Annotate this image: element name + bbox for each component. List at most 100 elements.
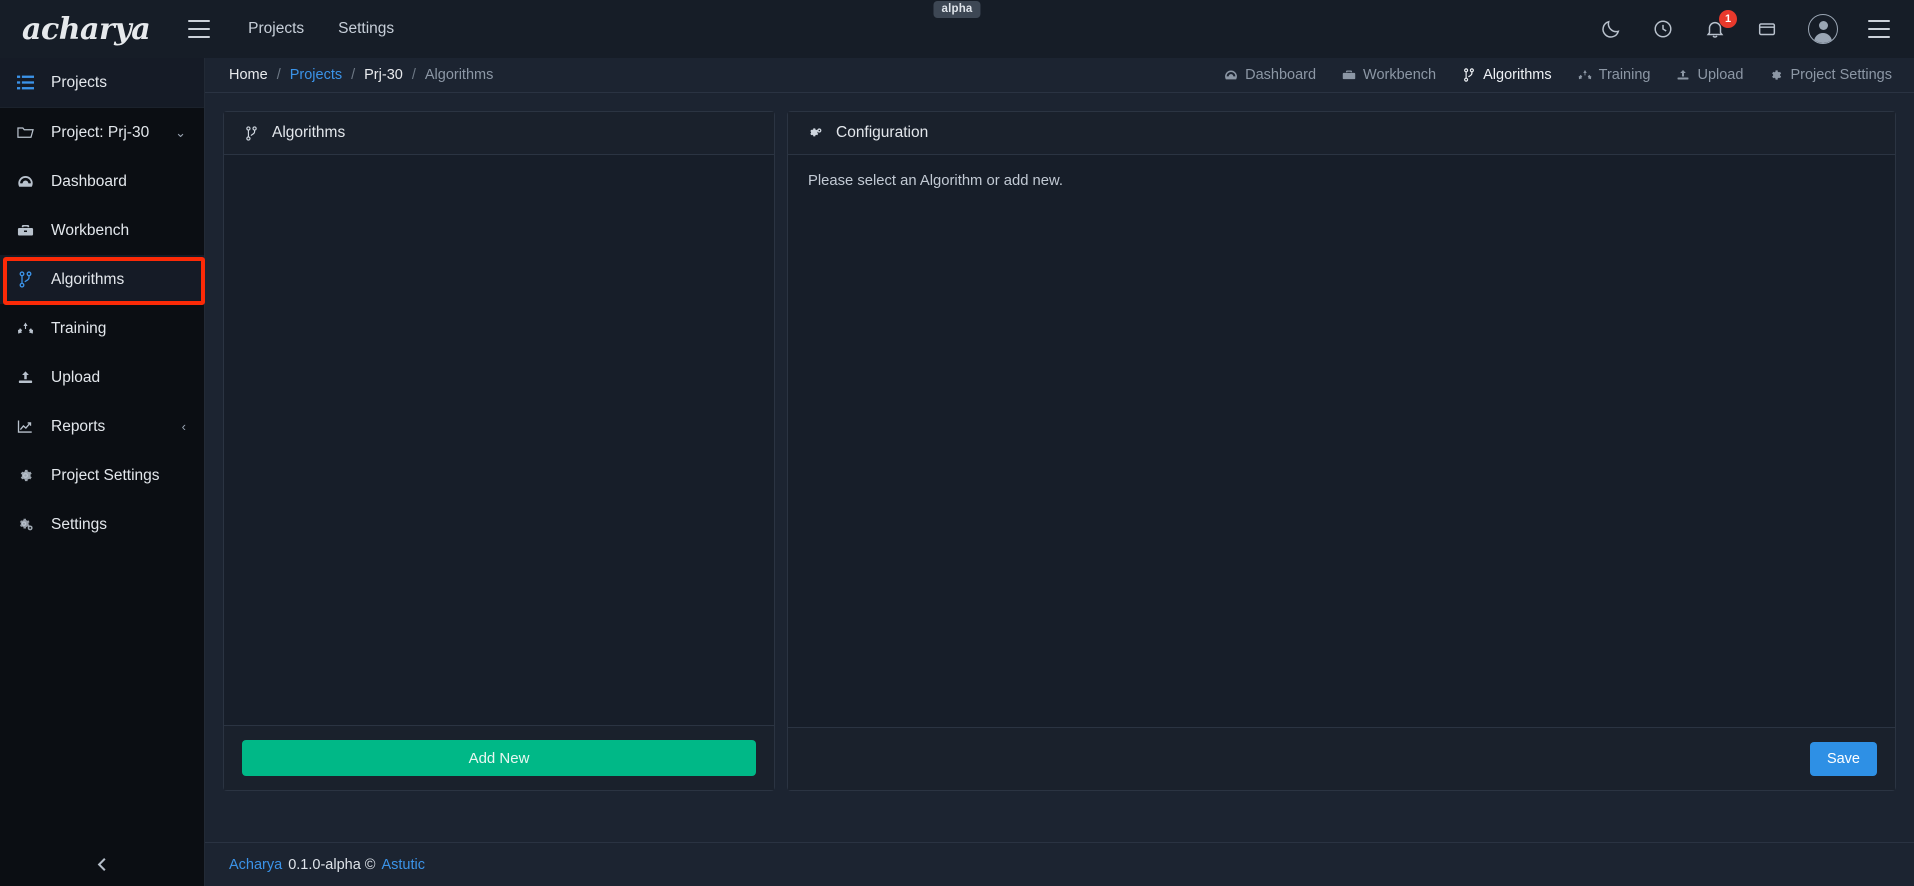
sidebar-item-label: Upload: [51, 369, 100, 387]
briefcase-icon: [1342, 68, 1356, 82]
pagenav-label: Training: [1599, 67, 1651, 83]
sidebar-item-settings[interactable]: Settings: [0, 500, 204, 549]
sidebar-item-label: Settings: [51, 516, 107, 534]
speedometer-icon: [17, 173, 36, 190]
alpha-badge: alpha: [933, 1, 980, 18]
history-button[interactable]: [1652, 18, 1674, 40]
hamburger-icon-line: [188, 20, 210, 22]
panel-title: Algorithms: [272, 124, 345, 142]
window-button[interactable]: [1756, 18, 1778, 40]
avatar-icon[interactable]: [1808, 14, 1838, 44]
pagenav-dashboard[interactable]: Dashboard: [1224, 67, 1316, 83]
topnav-settings[interactable]: Settings: [338, 20, 394, 38]
sidebar-item-training[interactable]: Training: [0, 304, 204, 353]
gear-icon: [17, 467, 36, 484]
chart-line-icon: [17, 418, 36, 435]
sidebar-item-label: Project Settings: [51, 467, 160, 485]
gear-icon: [1769, 68, 1783, 82]
chevron-left-icon[interactable]: ‹: [182, 419, 186, 434]
pagenav-label: Upload: [1697, 67, 1743, 83]
chevron-down-icon[interactable]: ⌄: [175, 125, 186, 141]
branch-icon: [17, 271, 36, 288]
pagenav-label: Algorithms: [1483, 67, 1552, 83]
sidebar-item-dashboard[interactable]: Dashboard: [0, 157, 204, 206]
pagenav-training[interactable]: Training: [1578, 67, 1651, 83]
footer-app-link[interactable]: Acharya: [229, 857, 282, 873]
algorithms-panel: Algorithms Add New: [223, 111, 775, 791]
sidebar-item-upload[interactable]: Upload: [0, 353, 204, 402]
topnav-projects[interactable]: Projects: [248, 20, 304, 38]
cogs-icon: [17, 516, 36, 533]
algorithms-panel-header: Algorithms: [224, 112, 774, 155]
breadcrumb-project[interactable]: Prj-30: [364, 67, 403, 83]
recycle-icon: [1578, 68, 1592, 82]
pagenav-label: Dashboard: [1245, 67, 1316, 83]
chevron-left-icon: [94, 856, 111, 873]
breadcrumb-separator: /: [412, 67, 416, 83]
sidebar-item-projects[interactable]: Projects: [0, 58, 204, 107]
list-icon: [17, 74, 36, 91]
browser-window-icon: [1756, 18, 1778, 40]
breadcrumb-separator: /: [351, 67, 355, 83]
branch-icon: [244, 126, 259, 141]
sidebar: Projects Project: Prj-30 ⌄ Dashboard Wor…: [0, 58, 205, 886]
save-button[interactable]: Save: [1810, 742, 1877, 776]
main-content: Algorithms Add New Configuration Please …: [205, 93, 1914, 842]
sidebar-item-label: Reports: [51, 418, 105, 436]
breadcrumb-bar: Home / Projects / Prj-30 / Algorithms Da…: [205, 58, 1914, 93]
panel-title: Configuration: [836, 124, 928, 142]
upload-icon: [17, 369, 36, 386]
sidebar-item-reports[interactable]: Reports ‹: [0, 402, 204, 451]
app-logo[interactable]: acharya: [22, 12, 150, 47]
configuration-panel-footer: Save: [788, 727, 1895, 790]
pagenav-workbench[interactable]: Workbench: [1342, 67, 1436, 83]
breadcrumb: Home / Projects / Prj-30 / Algorithms: [229, 67, 493, 83]
sidebar-item-label: Algorithms: [51, 271, 124, 289]
pagenav-project-settings[interactable]: Project Settings: [1769, 67, 1892, 83]
hamburger-icon-line: [1868, 36, 1890, 38]
sidebar-collapse-button[interactable]: [0, 842, 205, 886]
sidebar-item-project-settings[interactable]: Project Settings: [0, 451, 204, 500]
pagenav-label: Workbench: [1363, 67, 1436, 83]
recycle-icon: [17, 320, 36, 337]
configuration-panel-header: Configuration: [788, 112, 1895, 155]
clock-icon: [1652, 18, 1674, 40]
sidebar-item-label: Training: [51, 320, 106, 338]
upload-icon: [1676, 68, 1690, 82]
speedometer-icon: [1224, 68, 1238, 82]
top-bar: acharya Projects Settings alpha 1: [0, 0, 1914, 58]
hamburger-icon-line: [188, 28, 210, 30]
notification-badge: 1: [1719, 10, 1737, 28]
sidebar-item-label: Projects: [51, 74, 107, 92]
pagenav-algorithms[interactable]: Algorithms: [1462, 67, 1552, 83]
sidebar-item-workbench[interactable]: Workbench: [0, 206, 204, 255]
folder-icon: [17, 124, 36, 141]
breadcrumb-projects[interactable]: Projects: [290, 67, 342, 83]
breadcrumb-home[interactable]: Home: [229, 67, 268, 83]
user-avatar[interactable]: [1808, 14, 1838, 44]
page-footer: Acharya 0.1.0-alpha © Astutic: [205, 842, 1914, 886]
sidebar-item-algorithms[interactable]: Algorithms: [0, 255, 204, 304]
notifications-button[interactable]: 1: [1704, 18, 1726, 40]
algorithms-panel-footer: Add New: [224, 725, 774, 790]
branch-icon: [1462, 68, 1476, 82]
avatar-body: [1814, 33, 1832, 43]
breadcrumb-current: Algorithms: [425, 67, 494, 83]
sidebar-toggle-button[interactable]: [188, 20, 210, 38]
sidebar-item-label: Dashboard: [51, 173, 127, 191]
sidebar-item-label: Project: Prj-30: [51, 124, 149, 142]
configuration-panel: Configuration Please select an Algorithm…: [787, 111, 1896, 791]
add-new-button[interactable]: Add New: [242, 740, 756, 776]
cogs-icon: [808, 126, 823, 141]
app-menu-button[interactable]: [1868, 20, 1890, 38]
footer-company-link[interactable]: Astutic: [381, 857, 425, 873]
footer-version: 0.1.0-alpha ©: [288, 857, 375, 873]
page-nav: Dashboard Workbench Algorithms Training …: [1224, 67, 1892, 83]
pagenav-upload[interactable]: Upload: [1676, 67, 1743, 83]
hamburger-icon-line: [188, 36, 210, 38]
breadcrumb-separator: /: [277, 67, 281, 83]
avatar-head: [1819, 21, 1828, 30]
sidebar-item-project-selector[interactable]: Project: Prj-30 ⌄: [0, 108, 204, 157]
dark-mode-toggle[interactable]: [1600, 18, 1622, 40]
moon-icon: [1600, 18, 1622, 40]
